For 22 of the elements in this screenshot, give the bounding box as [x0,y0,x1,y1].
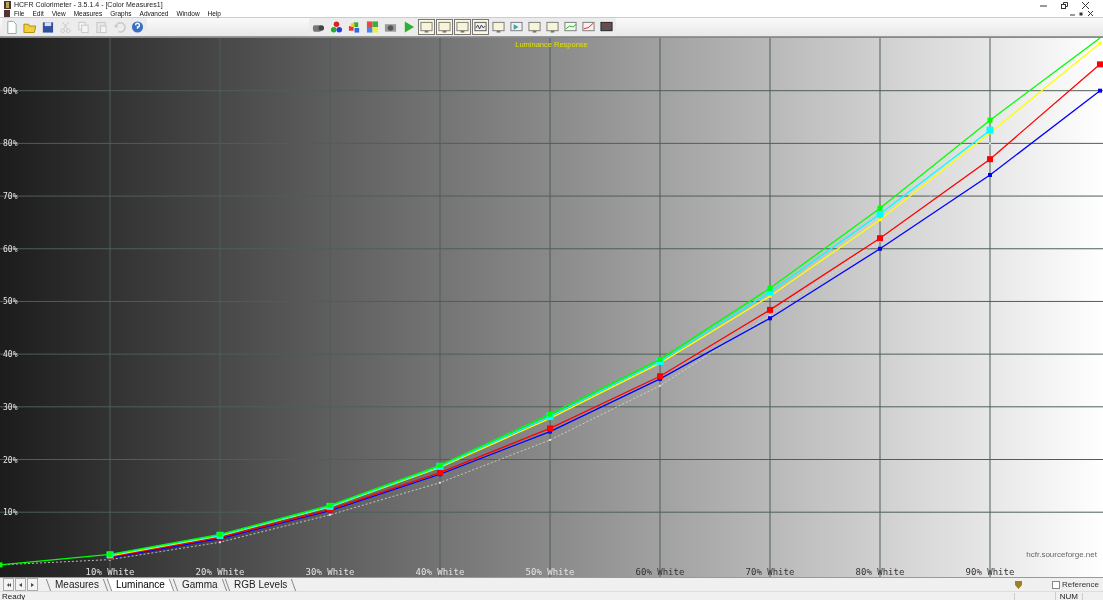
axis-label: 50% [3,297,18,307]
status-text: Ready [2,592,26,600]
site-label: hcfr.sourceforge.net [1026,550,1097,559]
axis-label: 70% White [745,567,795,577]
axis-label: 90% [3,86,18,96]
axis-label: 70% [3,192,18,202]
axis-label: 30% [3,402,18,412]
axis-label: 90% White [965,567,1015,577]
axis-label: 60% White [635,567,685,577]
axis-label: 40% White [415,567,465,577]
checkbox-label: Reference [1062,580,1099,589]
axis-label: 30% White [305,567,355,577]
axis-label: 60% [3,244,18,254]
axis-label: 20% White [195,567,245,577]
axis-label: 80% [3,139,18,149]
axis-label: 40% [3,350,18,360]
num-lock-indicator: NUM [1054,592,1082,600]
axis-label: 80% White [855,567,905,577]
axis-label: 50% White [525,567,575,577]
axis-label: 10% White [85,567,135,577]
axis-label: 10% [3,508,18,518]
axis-label: 20% [3,455,18,465]
